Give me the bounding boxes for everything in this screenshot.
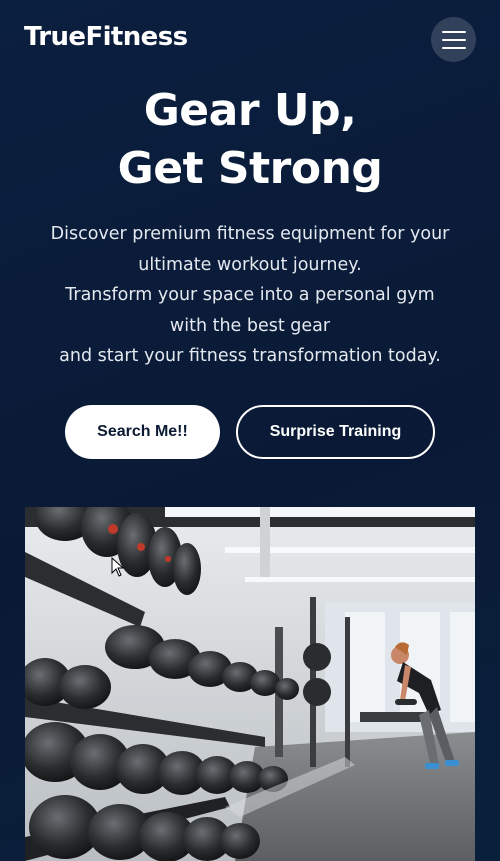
hero-title-line: Gear Up,	[143, 85, 357, 136]
hero-description: Discover premium fitness equipment for y…	[20, 219, 480, 372]
site-logo[interactable]: TrueFitness	[24, 22, 188, 52]
hero-description-line: ultimate workout journey.	[138, 254, 362, 275]
hamburger-icon	[441, 30, 466, 33]
hero-description-line: Discover premium fitness equipment for y…	[50, 224, 450, 244]
hamburger-icon-bar	[441, 46, 466, 49]
hero-description-line: Transform your space into a personal gym	[65, 285, 435, 305]
hero-title-line: Get Strong	[117, 143, 383, 194]
hero-image	[25, 507, 475, 861]
mouse-cursor-icon	[111, 557, 125, 577]
hero-description-line: with the best gear	[169, 315, 331, 336]
surprise-training-button[interactable]: Surprise Training	[236, 405, 435, 459]
hamburger-icon-bar	[441, 38, 466, 41]
search-me-button[interactable]: Search Me!!	[65, 405, 220, 459]
menu-button[interactable]	[431, 17, 476, 62]
hero-title: Gear Up, Get Strong	[0, 82, 500, 198]
site-header: TrueFitness	[0, 0, 500, 80]
gym-photo	[25, 507, 475, 861]
hero-description-line: and start your fitness transformation to…	[59, 346, 441, 366]
